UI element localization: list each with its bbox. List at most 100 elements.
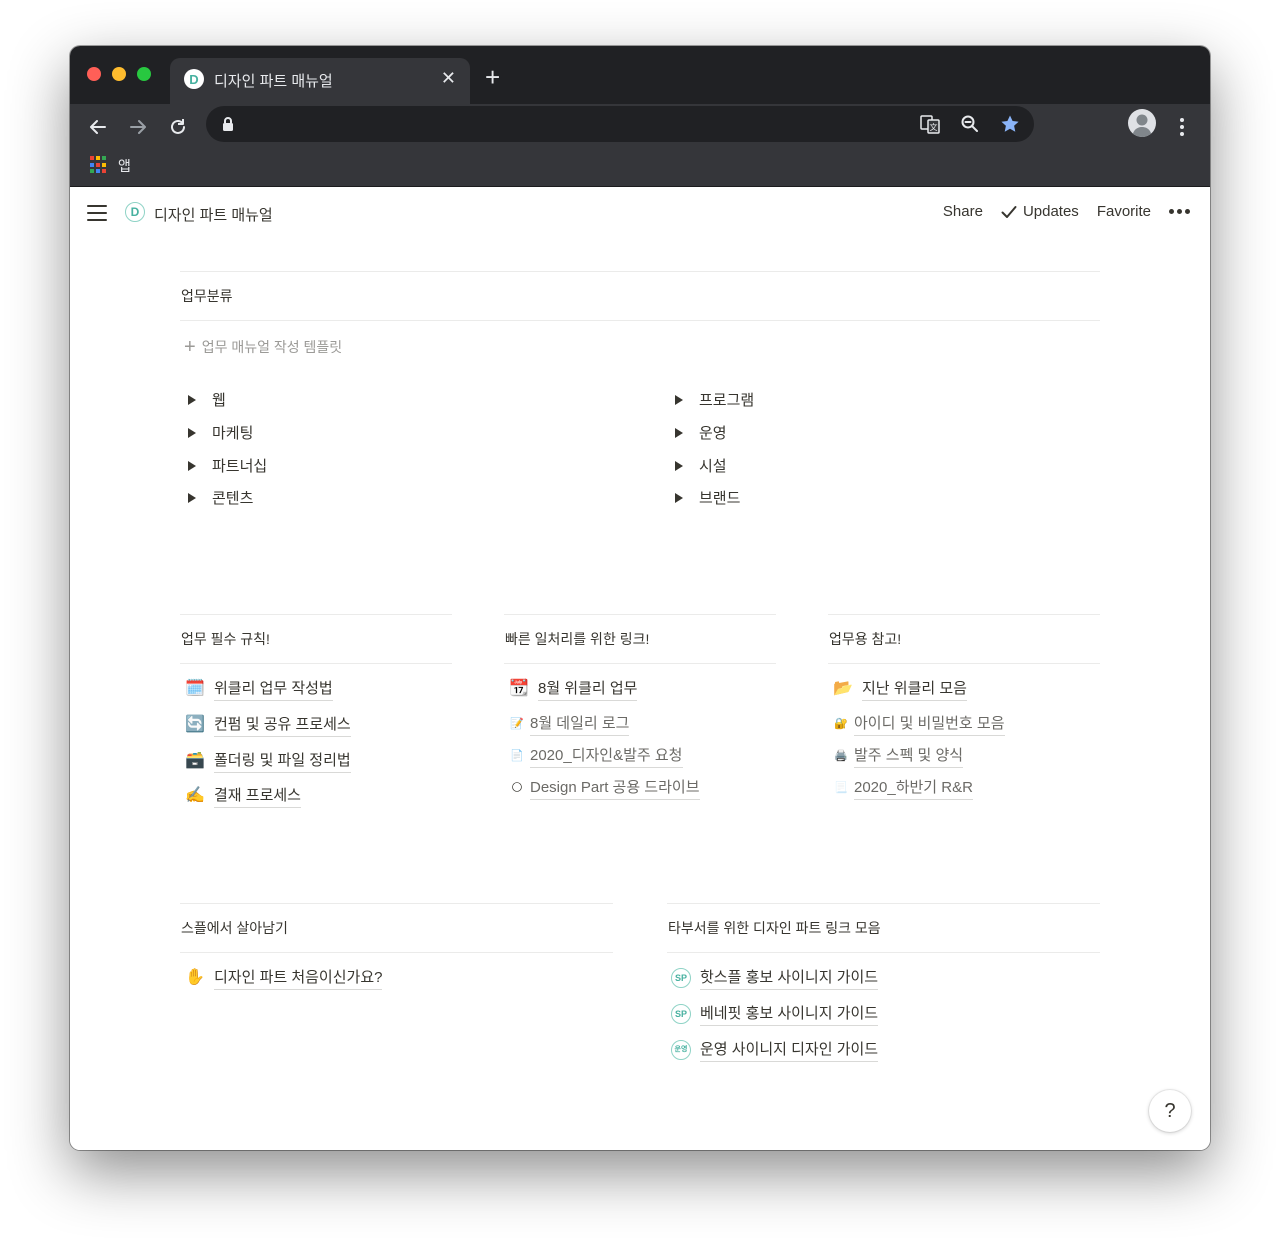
page-link[interactable]: 📆 8월 위클리 업무 <box>508 677 638 701</box>
page-link-label: 지난 위클리 모음 <box>862 677 967 701</box>
divider <box>667 903 1100 904</box>
toggle-triangle-icon[interactable] <box>188 492 196 503</box>
page-link[interactable]: 🔄 컨펌 및 공유 프로세스 <box>184 713 351 737</box>
toggle-item[interactable]: 웹 <box>178 389 226 410</box>
browser-tab[interactable]: D 디자인 파트 매뉴얼 ✕ <box>170 58 470 104</box>
toggle-item[interactable]: 마케팅 <box>178 422 253 443</box>
topbar-actions: Share Updates Favorite <box>943 203 1190 220</box>
toggle-triangle-icon[interactable] <box>675 492 683 503</box>
toggle-label: 브랜드 <box>699 490 741 507</box>
breadcrumb-page-title[interactable]: 디자인 파트 매뉴얼 <box>154 204 273 225</box>
page-link-label: 베네핏 홍보 사이니지 가이드 <box>700 1002 879 1026</box>
page-facing-up-icon: 📄 <box>510 750 524 762</box>
close-window-button[interactable] <box>87 67 101 81</box>
toggle-item[interactable]: 시설 <box>665 455 727 476</box>
page-link[interactable]: 🗃️ 폴더링 및 파일 정리법 <box>184 749 351 773</box>
back-button[interactable] <box>83 112 113 142</box>
writing-hand-icon: ✍️ <box>185 787 205 804</box>
profile-avatar[interactable] <box>1128 109 1156 137</box>
sp-badge-icon: SP <box>671 968 691 988</box>
card-file-box-icon: 🗃️ <box>185 752 205 769</box>
forward-button[interactable] <box>123 112 153 142</box>
page-link-label: 8월 위클리 업무 <box>538 677 638 701</box>
divider <box>180 320 1100 321</box>
toggle-item[interactable]: 프로그램 <box>665 389 754 410</box>
tab-close-icon[interactable]: ✕ <box>441 68 456 88</box>
page-link[interactable]: ✍️ 결재 프로세스 <box>184 784 301 808</box>
svg-text:文: 文 <box>930 122 938 132</box>
minimize-window-button[interactable] <box>112 67 126 81</box>
maximize-window-button[interactable] <box>137 67 151 81</box>
page-link[interactable]: 운영 운영 사이니지 디자인 가이드 <box>670 1038 879 1062</box>
address-bar[interactable]: 文 <box>206 106 1034 142</box>
link-label: 8월 데일리 로그 <box>530 712 630 736</box>
open-folder-icon: 📂 <box>833 680 853 697</box>
external-link[interactable]: 🖨️ 발주 스펙 및 양식 <box>834 744 964 768</box>
section-title-rules: 업무 필수 규칙! <box>181 631 270 647</box>
updates-label: Updates <box>1022 203 1079 220</box>
toggle-label: 프로그램 <box>699 392 755 409</box>
updates-button[interactable]: Updates <box>1001 203 1079 220</box>
toggle-triangle-icon[interactable] <box>188 460 196 471</box>
more-options-icon[interactable] <box>1169 209 1190 214</box>
checkmark-icon <box>1001 205 1017 218</box>
page-link-label: 위클리 업무 작성법 <box>214 677 333 701</box>
new-tab-button[interactable]: + <box>485 64 500 90</box>
memo-icon: 📝 <box>510 718 524 730</box>
toggle-triangle-icon[interactable] <box>675 394 683 405</box>
browser-menu-button[interactable] <box>1170 112 1194 142</box>
help-button[interactable]: ? <box>1149 1090 1191 1132</box>
browser-window: D 디자인 파트 매뉴얼 ✕ + 文 앱 D 디자인 파트 매뉴얼 Share … <box>70 46 1210 1150</box>
calendar-icon: 📆 <box>509 680 529 697</box>
external-link[interactable]: 🌕 Design Part 공용 드라이브 <box>510 776 700 800</box>
zoom-icon[interactable] <box>958 112 982 136</box>
tab-title: 디자인 파트 매뉴얼 <box>214 73 333 90</box>
lock-icon[interactable] <box>216 112 240 136</box>
divider <box>828 614 1100 615</box>
divider <box>667 952 1100 953</box>
page-link[interactable]: 📂 지난 위클리 모음 <box>832 677 967 701</box>
divider <box>180 271 1100 272</box>
toggle-item[interactable]: 콘텐츠 <box>178 487 253 508</box>
translate-icon[interactable]: 文 <box>918 112 942 136</box>
page-link-label: 결재 프로세스 <box>214 784 301 808</box>
toggle-item[interactable]: 파트너십 <box>178 455 267 476</box>
bookmarks-bar: 앱 <box>70 150 1210 187</box>
toggle-triangle-icon[interactable] <box>675 427 683 438</box>
bookmark-star-icon[interactable] <box>998 112 1022 136</box>
template-button[interactable]: + 업무 매뉴얼 작성 템플릿 <box>184 337 342 357</box>
plus-icon: + <box>184 336 196 358</box>
apps-bookmark-label[interactable]: 앱 <box>118 156 131 176</box>
page-link[interactable]: SP 핫스플 홍보 사이니지 가이드 <box>670 966 879 990</box>
favorite-button[interactable]: Favorite <box>1097 203 1151 220</box>
external-link[interactable]: 📄 2020_디자인&발주 요청 <box>510 744 683 768</box>
section-title-work: 업무분류 <box>181 288 233 304</box>
external-link[interactable]: 📝 8월 데일리 로그 <box>510 712 630 736</box>
divider <box>828 663 1100 664</box>
page-link[interactable]: 🗓️ 위클리 업무 작성법 <box>184 677 333 701</box>
external-link[interactable]: 📃 2020_하반기 R&R <box>834 776 973 800</box>
notion-topbar: D 디자인 파트 매뉴얼 Share Updates Favorite <box>70 187 1210 237</box>
printer-icon: 🖨️ <box>834 750 848 762</box>
link-label: 발주 스펙 및 양식 <box>854 744 964 768</box>
toggle-item[interactable]: 운영 <box>665 422 727 443</box>
page-icon-small: 📃 <box>834 782 848 794</box>
apps-grid-icon[interactable] <box>90 156 108 174</box>
toggle-triangle-icon[interactable] <box>188 427 196 438</box>
section-title-reference: 업무용 참고! <box>829 631 902 647</box>
page-link-label: 컨펌 및 공유 프로세스 <box>214 713 351 737</box>
page-link[interactable]: SP 베네핏 홍보 사이니지 가이드 <box>670 1002 879 1026</box>
divider <box>180 663 452 664</box>
page-link[interactable]: ✋ 디자인 파트 처음이신가요? <box>184 966 383 990</box>
toggle-item[interactable]: 브랜드 <box>665 487 740 508</box>
arrow-left-icon <box>90 120 106 134</box>
toggle-triangle-icon[interactable] <box>188 394 196 405</box>
toggle-triangle-icon[interactable] <box>675 460 683 471</box>
link-label: 2020_디자인&발주 요청 <box>530 744 683 768</box>
reload-button[interactable] <box>163 112 193 142</box>
browser-toolbar: 文 <box>70 104 1210 150</box>
external-link[interactable]: 🔐 아이디 및 비밀번호 모음 <box>834 712 1005 736</box>
arrow-right-icon <box>130 120 146 134</box>
hamburger-menu-icon[interactable] <box>87 205 107 221</box>
share-button[interactable]: Share <box>943 203 983 220</box>
